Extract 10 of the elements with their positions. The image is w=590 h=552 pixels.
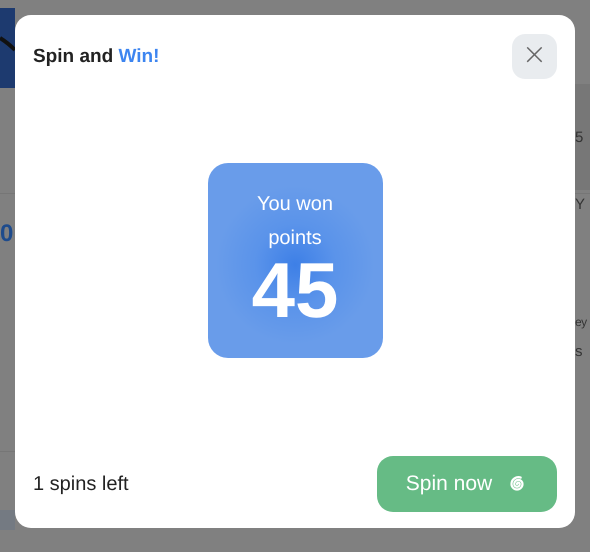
close-button[interactable]: × <box>512 34 557 79</box>
backdrop-text: ey <box>575 316 587 328</box>
dialog-title: Spin and Win! <box>33 46 160 68</box>
backdrop-text: 0 <box>0 222 14 246</box>
backdrop-text: 5 <box>575 130 584 144</box>
backdrop-text: s <box>575 344 582 359</box>
prize-amount: 45 <box>252 251 338 329</box>
backdrop-text: Y <box>575 197 586 212</box>
spins-left-text: 1 spins left <box>33 472 129 496</box>
prize-caption: You won points <box>256 192 334 251</box>
